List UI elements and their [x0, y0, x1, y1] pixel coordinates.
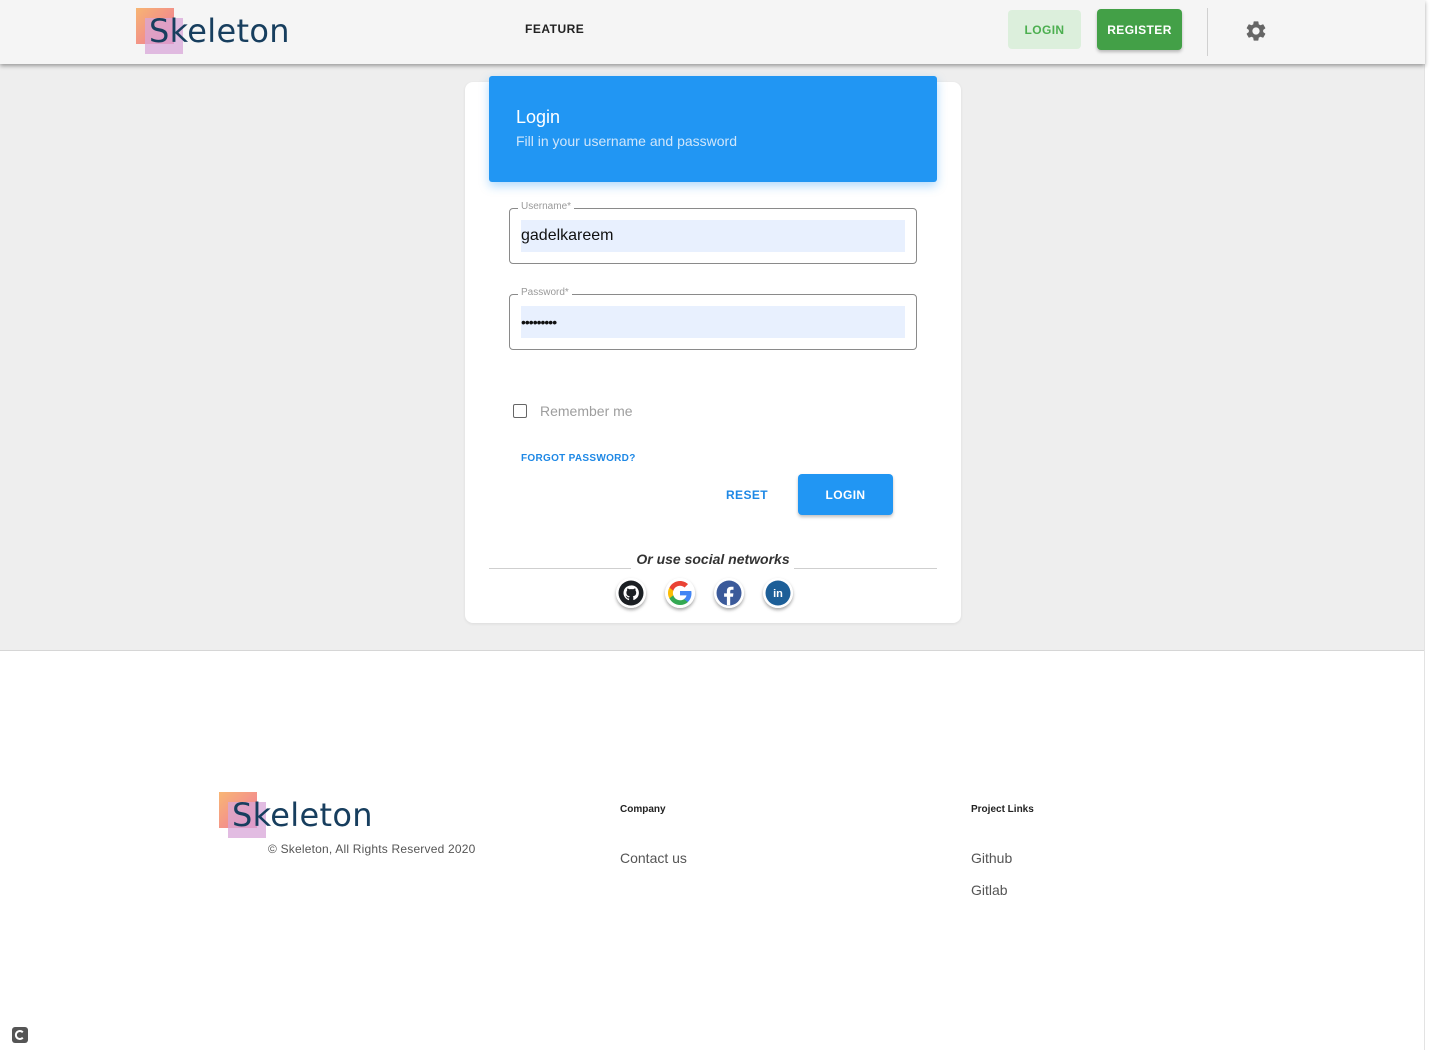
footer-link-contact-us[interactable]: Contact us [620, 850, 687, 866]
logo-text: Skeleton [149, 12, 290, 50]
footer-link-github[interactable]: Github [971, 850, 1012, 866]
username-field: Username* [509, 201, 917, 264]
forgot-password-link[interactable]: FORGOT PASSWORD? [521, 453, 636, 464]
social-divider-left [489, 568, 631, 569]
vertical-scrollbar[interactable] [1424, 0, 1440, 1050]
login-title: Login [516, 107, 561, 127]
app-header: Skeleton FEATURE LOGIN REGISTER [0, 0, 1425, 64]
gear-icon[interactable] [1244, 19, 1268, 43]
linkedin-icon[interactable]: in [763, 578, 793, 608]
username-label: Username* [518, 201, 575, 212]
footer-copyright: © Skeleton, All Rights Reserved 2020 [268, 842, 476, 856]
header-register-button[interactable]: REGISTER [1097, 9, 1182, 50]
login-subtitle: Fill in your username and password [516, 133, 737, 149]
footer-project-links-heading: Project Links [971, 804, 1034, 815]
header-divider [1207, 8, 1208, 56]
footer-company-heading: Company [620, 804, 666, 815]
login-card-header: Login Fill in your username and password [489, 76, 937, 182]
reset-button[interactable]: RESET [718, 478, 776, 512]
google-icon[interactable] [665, 578, 695, 608]
logo-text: Skeleton [232, 796, 373, 834]
password-input[interactable] [521, 306, 905, 338]
password-label: Password* [518, 287, 572, 298]
social-networks-text: Or use social networks [636, 551, 790, 567]
username-input[interactable] [521, 220, 905, 252]
social-divider-right [794, 568, 937, 569]
facebook-icon[interactable] [714, 578, 744, 608]
nav-feature-link[interactable]: FEATURE [520, 18, 589, 40]
header-logo[interactable]: Skeleton [136, 8, 289, 56]
github-icon[interactable] [616, 578, 646, 608]
password-field: Password* [509, 287, 917, 350]
footer-link-gitlab[interactable]: Gitlab [971, 882, 1008, 898]
remember-me-checkbox[interactable] [513, 404, 527, 418]
footer-logo[interactable]: Skeleton [219, 792, 372, 840]
header-login-button[interactable]: LOGIN [1008, 10, 1081, 49]
extension-c-icon[interactable] [12, 1027, 28, 1043]
login-submit-button[interactable]: LOGIN [798, 474, 893, 515]
remember-me-label: Remember me [540, 403, 633, 419]
svg-text:in: in [773, 588, 783, 600]
